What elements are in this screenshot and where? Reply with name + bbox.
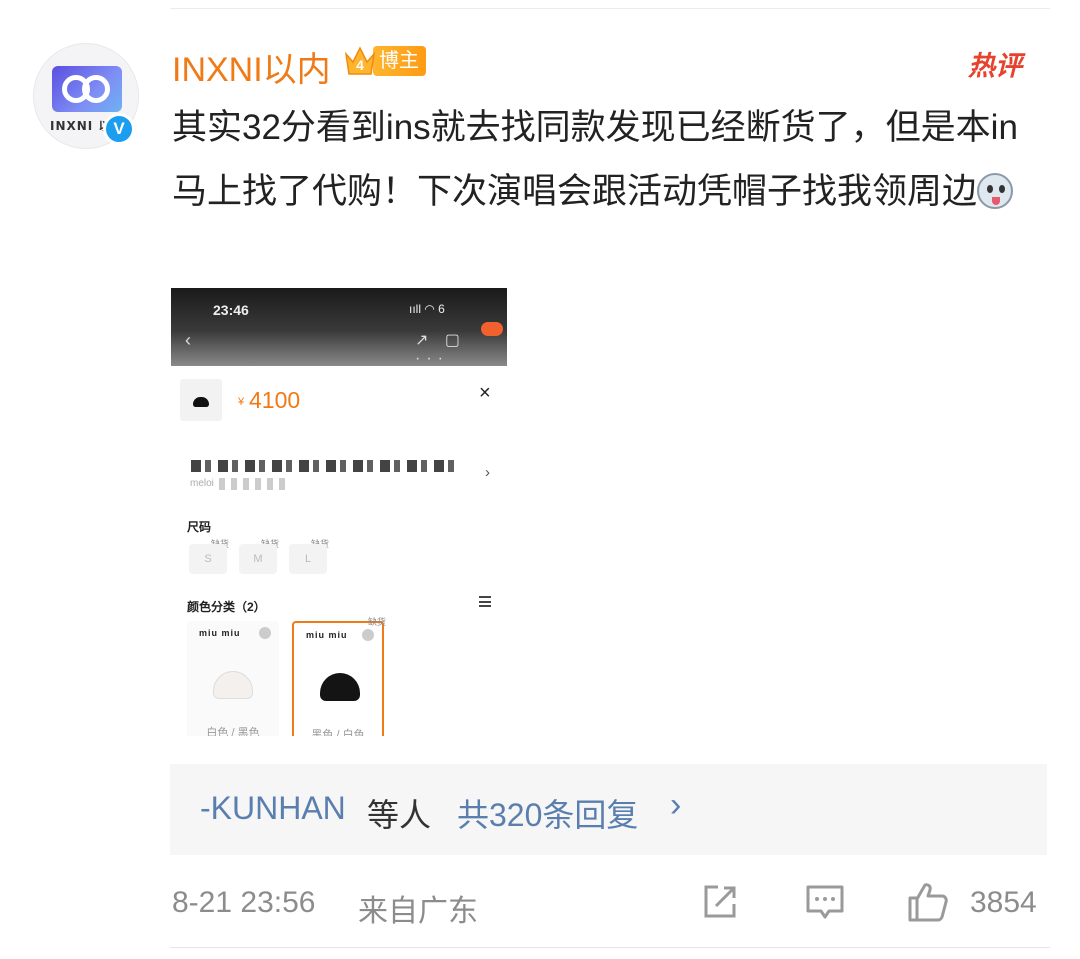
bottom-divider bbox=[170, 947, 1050, 948]
husky-dog-emoji-icon bbox=[977, 173, 1014, 209]
color-option-card: miu miu 黑色 / 白色 bbox=[292, 621, 384, 736]
embedded-screenshot-image[interactable]: 23:46 ııll ◠ 6 ‹ ↗ ▢ ··· ¥ 4100 × meloi … bbox=[171, 288, 507, 736]
blurred-sub-label: meloi bbox=[190, 478, 214, 489]
product-thumbnail bbox=[180, 379, 222, 421]
top-divider bbox=[170, 8, 1050, 9]
blurred-product-title bbox=[191, 460, 459, 472]
screenshot-back-icon: ‹ bbox=[185, 330, 191, 350]
replies-count-link[interactable]: 共320条回复 bbox=[457, 790, 638, 836]
list-view-icon bbox=[479, 596, 491, 607]
screenshot-status-time: 23:46 bbox=[213, 302, 249, 318]
share-button[interactable] bbox=[698, 880, 742, 924]
color-option-name: 白色 / 黑色 bbox=[206, 727, 260, 736]
share-icon bbox=[704, 885, 736, 918]
price-currency: ¥ bbox=[238, 396, 245, 408]
screenshot-close-icon: × bbox=[479, 382, 491, 404]
comment-content: 其实32分看到ins就去找同款发现已经断货了，但是本in马上找了代购！下次演唱会… bbox=[172, 96, 1052, 224]
screenshot-status-indicators: ııll ◠ 6 bbox=[409, 302, 445, 316]
replies-etc-text: 等人 bbox=[367, 797, 432, 833]
like-button[interactable] bbox=[906, 880, 950, 924]
black-cap-image bbox=[320, 673, 360, 701]
white-cap-image bbox=[213, 671, 253, 699]
crown-icon: 4 bbox=[343, 44, 377, 78]
blurred-sub-text bbox=[219, 478, 291, 490]
vip-label: 博主 bbox=[373, 46, 426, 76]
username[interactable]: INXNI以内 bbox=[172, 42, 331, 91]
size-option: L bbox=[289, 544, 327, 574]
hot-comment-tag: 热评 bbox=[968, 32, 1046, 83]
chevron-right-icon: › bbox=[670, 786, 682, 824]
zoom-icon bbox=[259, 627, 271, 639]
size-option: M bbox=[239, 544, 277, 574]
reply-user-link[interactable]: -KUNHAN bbox=[200, 790, 346, 827]
color-label: 颜色分类（2） bbox=[187, 600, 266, 614]
timestamp: 8-21 23:56 bbox=[172, 886, 316, 919]
verified-badge-icon: V bbox=[103, 113, 135, 145]
size-option: S bbox=[189, 544, 227, 574]
screenshot-chevron-icon: › bbox=[485, 464, 490, 481]
color-oos-tag: 缺货 bbox=[368, 617, 387, 627]
comment-button[interactable] bbox=[803, 880, 847, 924]
avatar-logo bbox=[52, 66, 122, 112]
vip-level: 4 bbox=[356, 57, 364, 73]
zoom-icon bbox=[362, 629, 374, 641]
color-option-name: 黑色 / 白色 bbox=[311, 729, 365, 736]
size-label: 尺码 bbox=[187, 520, 212, 534]
thumbs-up-icon bbox=[908, 883, 948, 922]
card-brand: miu miu bbox=[199, 628, 241, 638]
replies-preview[interactable]: -KUNHAN 等人 共320条回复 › bbox=[170, 764, 1047, 855]
product-price: 4100 bbox=[249, 387, 301, 413]
comment-icon bbox=[806, 885, 844, 919]
like-count: 3854 bbox=[970, 886, 1037, 919]
location: 来自广东 bbox=[358, 895, 478, 928]
screenshot-notification-dot bbox=[481, 322, 503, 336]
color-option-card: miu miu 白色 / 黑色 bbox=[187, 621, 279, 736]
comment-text: 其实32分看到ins就去找同款发现已经断货了，但是本in马上找了代购！下次演唱会… bbox=[172, 108, 1018, 211]
card-brand: miu miu bbox=[306, 630, 348, 640]
vip-badge[interactable]: 4 博主 bbox=[343, 44, 426, 78]
